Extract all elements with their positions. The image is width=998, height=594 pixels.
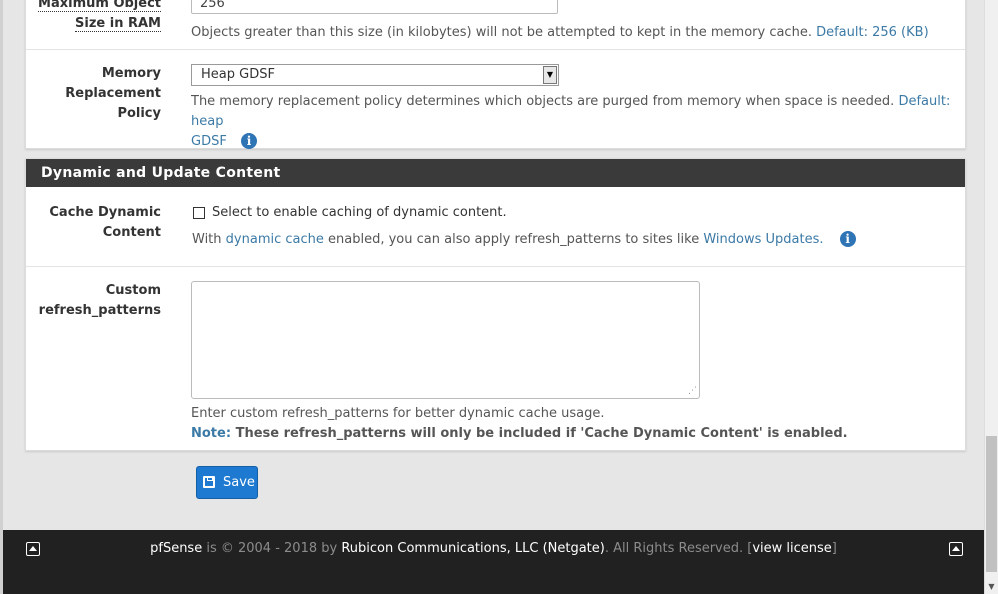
footer-rights-text: . All Rights Reserved. [ bbox=[604, 541, 753, 556]
footer-copyright: pfSense is © 2004 - 2018 by Rubicon Comm… bbox=[3, 541, 984, 556]
max-object-size-label: Maximum Object Size in RAM bbox=[38, 0, 161, 34]
refresh-patterns-label: Custom refresh_patterns bbox=[39, 281, 161, 321]
cache-dynamic-help: With dynamic cache enabled, you can also… bbox=[192, 230, 856, 250]
page-footer: pfSense is © 2004 - 2018 by Rubicon Comm… bbox=[3, 530, 984, 594]
refresh-patterns-textarea[interactable]: ⋰ bbox=[191, 281, 700, 399]
note-label: Note: bbox=[191, 426, 232, 441]
cache-dynamic-help-middle: enabled, you can also apply refresh_patt… bbox=[328, 232, 700, 247]
info-circle-icon[interactable]: i bbox=[240, 133, 257, 149]
refresh-patterns-label-line2: refresh_patterns bbox=[38, 303, 161, 318]
windows-updates-link[interactable]: Windows Updates. bbox=[703, 232, 823, 247]
memory-policy-label: Memory Replacement Policy bbox=[26, 64, 161, 124]
row-divider bbox=[26, 49, 965, 50]
footer-brand-link[interactable]: pfSense bbox=[150, 541, 202, 556]
refresh-patterns-help: Enter custom refresh_patterns for better… bbox=[191, 406, 605, 421]
max-object-size-input[interactable]: 256 bbox=[191, 0, 558, 14]
max-object-size-help: Objects greater than this size (in kilob… bbox=[191, 23, 929, 43]
cache-dynamic-checkbox[interactable] bbox=[193, 207, 205, 219]
dynamic-cache-link[interactable]: dynamic cache bbox=[226, 232, 324, 247]
memory-policy-help: The memory replacement policy determines… bbox=[191, 92, 951, 152]
row-divider bbox=[26, 266, 965, 267]
vertical-scrollbar[interactable]: ▼ bbox=[984, 0, 998, 594]
scrollbar-thumb[interactable] bbox=[986, 436, 997, 572]
note-text: These refresh_patterns will only be incl… bbox=[235, 426, 848, 441]
max-object-size-default: Default: 256 (KB) bbox=[816, 25, 929, 40]
squid-cache-settings-panel: Maximum Object Size in RAM 256 Objects g… bbox=[25, 0, 966, 149]
scroll-down-arrow-icon[interactable]: ▼ bbox=[985, 580, 998, 594]
resize-grip-icon[interactable]: ⋰ bbox=[688, 387, 697, 396]
dynamic-content-panel: Dynamic and Update Content Cache Dynamic… bbox=[25, 158, 966, 451]
save-button-label: Save bbox=[223, 475, 255, 490]
chevron-down-icon[interactable]: ▼ bbox=[543, 66, 557, 84]
cache-dynamic-label: Cache Dynamic Content bbox=[49, 203, 161, 243]
refresh-patterns-note: Note: These refresh_patterns will only b… bbox=[191, 424, 848, 444]
panel-heading: Dynamic and Update Content bbox=[26, 159, 965, 187]
floppy-disk-icon bbox=[203, 476, 215, 488]
footer-is-text: is © 2004 - 2018 by bbox=[206, 541, 338, 556]
memory-policy-default-cont: GDSF bbox=[191, 134, 227, 149]
scroll-to-top-icon[interactable] bbox=[949, 542, 963, 556]
max-object-size-label-line2: Size in RAM bbox=[75, 16, 161, 32]
max-object-size-label-line1: Maximum Object bbox=[38, 0, 161, 12]
memory-policy-label-line1: Memory bbox=[101, 66, 161, 81]
memory-policy-selected-value: Heap GDSF bbox=[201, 67, 275, 82]
max-object-size-value: 256 bbox=[200, 0, 225, 11]
cache-dynamic-help-prefix: With bbox=[192, 232, 222, 247]
memory-policy-label-line2: Replacement Policy bbox=[65, 86, 161, 121]
cache-dynamic-checkbox-label[interactable]: Select to enable caching of dynamic cont… bbox=[212, 203, 507, 223]
page-viewport: Maximum Object Size in RAM 256 Objects g… bbox=[0, 0, 984, 594]
footer-company-link[interactable]: Rubicon Communications, LLC (Netgate) bbox=[341, 541, 605, 556]
max-object-size-help-text: Objects greater than this size (in kilob… bbox=[191, 25, 812, 40]
cache-dynamic-label-line1: Cache Dynamic bbox=[49, 205, 161, 220]
memory-policy-help-text: The memory replacement policy determines… bbox=[191, 94, 895, 109]
info-circle-icon[interactable]: i bbox=[839, 231, 856, 247]
save-button[interactable]: Save bbox=[196, 466, 258, 499]
cache-dynamic-label-line2: Content bbox=[102, 225, 161, 240]
footer-close-bracket: ] bbox=[831, 541, 837, 556]
memory-policy-select[interactable]: Heap GDSF ▼ bbox=[191, 64, 559, 86]
view-license-link[interactable]: view license bbox=[752, 541, 831, 556]
refresh-patterns-label-line1: Custom bbox=[105, 283, 161, 298]
